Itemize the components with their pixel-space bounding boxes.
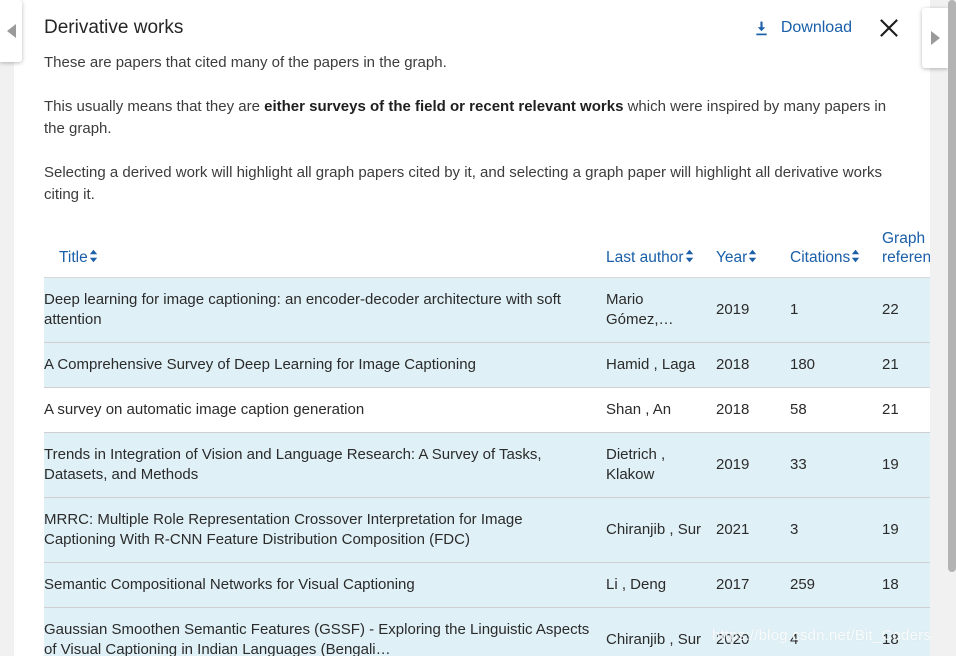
desc2-prefix: This usually means that they are (44, 98, 265, 115)
cell-year: 2018 (716, 342, 790, 388)
derivative-works-table-wrap: Title Last author Year Citations Graph r… (44, 229, 930, 656)
table-row[interactable]: Semantic Compositional Networks for Visu… (44, 562, 930, 608)
cell-citations: 1 (790, 277, 882, 343)
table-body: Deep learning for image captioning: an e… (44, 277, 930, 656)
cell-graph-references: 18 (882, 607, 930, 656)
cell-last-author: Hamid , Laga (606, 342, 716, 388)
app-root: Derivative works Download These are pape… (0, 0, 956, 656)
column-header-last-author-label: Last author (606, 249, 684, 266)
column-header-citations[interactable]: Citations (790, 229, 882, 278)
column-header-citations-label: Citations (790, 249, 851, 266)
cell-year: 2019 (716, 277, 790, 343)
column-header-title-label: Title (59, 249, 88, 266)
cell-citations: 3 (790, 497, 882, 563)
derivative-works-panel: Derivative works Download These are pape… (14, 0, 930, 656)
cell-last-author: Chiranjib , Sur (606, 607, 716, 656)
cell-last-author: Chiranjib , Sur (606, 497, 716, 563)
close-icon (878, 19, 900, 42)
vertical-scrollbar[interactable] (948, 0, 956, 656)
cell-year: 2020 (716, 607, 790, 656)
cell-title: A Comprehensive Survey of Deep Learning … (44, 342, 606, 388)
sort-both-icon (685, 249, 694, 263)
description-paragraph-1: These are papers that cited many of the … (44, 54, 447, 71)
cell-title: Deep learning for image captioning: an e… (44, 277, 606, 343)
cell-title: Trends in Integration of Vision and Lang… (44, 432, 606, 498)
table-row[interactable]: A Comprehensive Survey of Deep Learning … (44, 342, 930, 388)
derivative-works-table: Title Last author Year Citations Graph r… (44, 229, 930, 656)
sort-both-icon (748, 249, 757, 263)
cell-year: 2019 (716, 432, 790, 498)
cell-year: 2018 (716, 387, 790, 433)
cell-year: 2021 (716, 497, 790, 563)
cell-title: Semantic Compositional Networks for Visu… (44, 562, 606, 608)
desc2-emphasis: either surveys of the field or recent re… (264, 98, 624, 115)
column-header-year-label: Year (716, 249, 748, 266)
cell-graph-references: 21 (882, 342, 930, 388)
cell-title: MRRC: Multiple Role Representation Cross… (44, 497, 606, 563)
sort-both-icon (89, 249, 98, 263)
sort-both-icon (851, 249, 860, 263)
table-row[interactable]: Deep learning for image captioning: an e… (44, 277, 930, 343)
column-header-title[interactable]: Title (44, 229, 606, 278)
column-header-graph-references[interactable]: Graph references (882, 229, 930, 278)
cell-title: A survey on automatic image caption gene… (44, 387, 606, 433)
cell-graph-references: 19 (882, 497, 930, 563)
header-actions: Download (753, 14, 900, 39)
column-header-graph-references-label: Graph references (882, 230, 930, 266)
cell-last-author: Shan , An (606, 387, 716, 433)
description-paragraph-2: This usually means that they are either … (44, 96, 889, 140)
download-icon (753, 20, 770, 37)
cell-citations: 259 (790, 562, 882, 608)
cell-year: 2017 (716, 562, 790, 608)
cell-graph-references: 21 (882, 387, 930, 433)
cell-citations: 58 (790, 387, 882, 433)
cell-last-author: Li , Deng (606, 562, 716, 608)
cell-citations: 33 (790, 432, 882, 498)
chevron-left-icon (6, 24, 16, 38)
column-header-year[interactable]: Year (716, 229, 790, 278)
chevron-right-icon (930, 31, 940, 45)
description-paragraph-3: Selecting a derived work will highlight … (44, 164, 882, 203)
cell-last-author: Mario Gómez,… (606, 277, 716, 343)
close-button[interactable] (878, 17, 900, 39)
cell-graph-references: 19 (882, 432, 930, 498)
cell-citations: 180 (790, 342, 882, 388)
cell-graph-references: 18 (882, 562, 930, 608)
right-panel-toggle[interactable] (922, 8, 948, 68)
table-row[interactable]: A survey on automatic image caption gene… (44, 387, 930, 433)
cell-title: Gaussian Smoothen Semantic Features (GSS… (44, 607, 606, 656)
table-row[interactable]: MRRC: Multiple Role Representation Cross… (44, 497, 930, 563)
table-header-row: Title Last author Year Citations Graph r… (44, 229, 930, 278)
cell-citations: 4 (790, 607, 882, 656)
left-panel-toggle[interactable] (0, 0, 22, 62)
scrollbar-thumb[interactable] (948, 0, 956, 572)
cell-last-author: Dietrich , Klakow (606, 432, 716, 498)
cell-graph-references: 22 (882, 277, 930, 343)
table-row[interactable]: Gaussian Smoothen Semantic Features (GSS… (44, 607, 930, 656)
panel-header: Derivative works Download (44, 14, 900, 41)
column-header-last-author[interactable]: Last author (606, 229, 716, 278)
table-row[interactable]: Trends in Integration of Vision and Lang… (44, 432, 930, 498)
download-button[interactable]: Download (753, 19, 852, 37)
download-label: Download (780, 19, 852, 36)
page-title: Derivative works (44, 17, 184, 38)
